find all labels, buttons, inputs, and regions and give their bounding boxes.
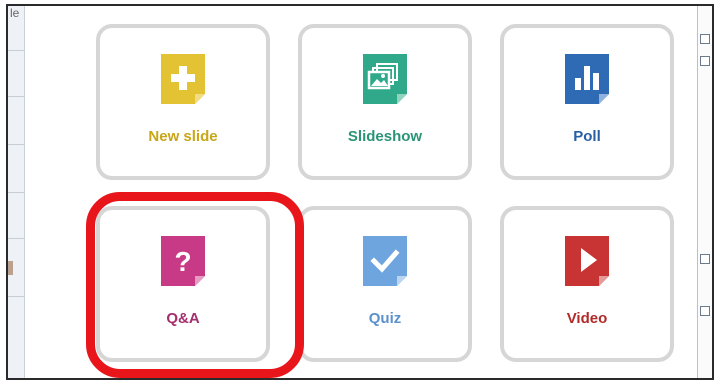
tile-label: Poll xyxy=(573,128,601,145)
scrollbar[interactable] xyxy=(697,6,712,378)
background-sidebar: le xyxy=(8,6,25,378)
tile-new-slide[interactable]: New slide xyxy=(96,24,270,180)
tile-slideshow[interactable]: Slideshow xyxy=(298,24,472,180)
svg-text:?: ? xyxy=(174,246,191,277)
tile-label: Q&A xyxy=(166,310,200,327)
bar-chart-icon xyxy=(565,54,609,104)
tile-label: New slide xyxy=(148,128,218,145)
screenshot-frame: le New slide Slideshow Poll ? Q&A Quiz V… xyxy=(6,4,714,380)
tile-poll[interactable]: Poll xyxy=(500,24,674,180)
tile-quiz[interactable]: Quiz xyxy=(298,206,472,362)
question-mark-icon: ? xyxy=(161,236,205,286)
checkmark-icon xyxy=(363,236,407,286)
images-icon xyxy=(363,54,407,104)
tile-label: Slideshow xyxy=(347,128,423,145)
tile-label: Quiz xyxy=(368,310,402,327)
plus-icon xyxy=(161,54,205,104)
tile-label: Video xyxy=(566,310,608,327)
tile-video[interactable]: Video xyxy=(500,206,674,362)
play-icon xyxy=(565,236,609,286)
tile-qa[interactable]: ? Q&A xyxy=(96,206,270,362)
sidebar-text: le xyxy=(10,6,20,20)
